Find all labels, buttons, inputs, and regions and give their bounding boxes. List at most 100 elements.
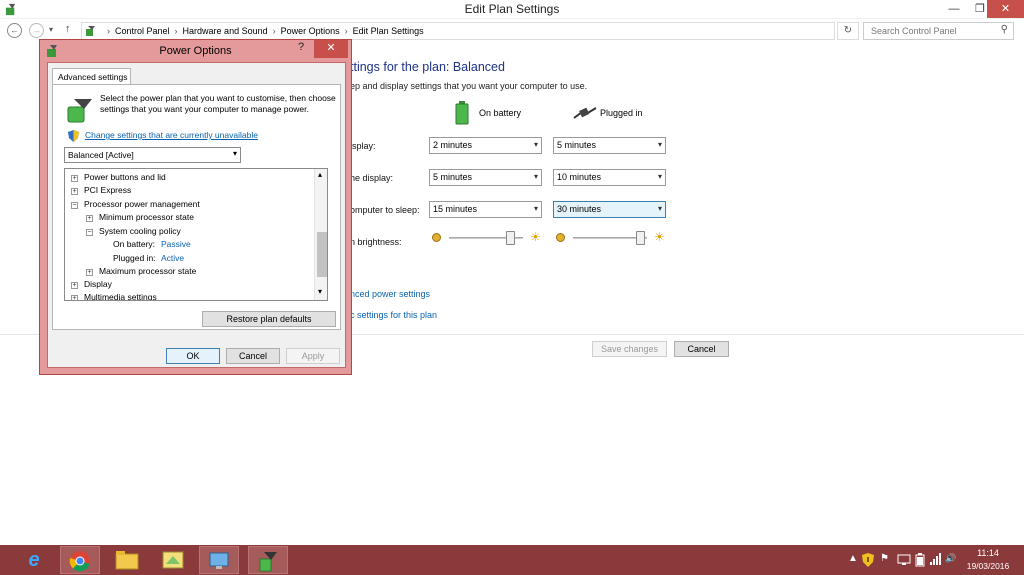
chevron-down-icon: ▾ <box>657 204 662 213</box>
select-value: 2 minutes <box>433 140 473 150</box>
turn-off-display-battery-select[interactable]: 5 minutes ▾ <box>429 169 542 186</box>
tree-item[interactable]: System cooling policy <box>99 226 181 236</box>
ok-button[interactable]: OK <box>166 348 220 364</box>
restore-plan-defaults-button[interactable]: Restore plan defaults <box>202 311 336 327</box>
warning-shield-icon[interactable] <box>862 553 874 567</box>
expand-icon[interactable]: + <box>71 188 78 195</box>
tree-item[interactable]: Maximum processor state <box>99 266 196 276</box>
bright-sun-icon: ☀ <box>530 230 541 244</box>
show-hidden-icons-chevron-icon[interactable]: ▲ <box>848 553 858 564</box>
chevron-down-icon: ▾ <box>533 140 538 149</box>
paint-icon[interactable] <box>153 546 193 574</box>
tree-scrollbar[interactable]: ▴ ▾ <box>314 169 327 300</box>
back-button[interactable]: ← <box>7 23 22 38</box>
address-bar[interactable]: › Control Panel › Hardware and Sound › Power … <box>81 22 912 40</box>
restore-defaults-link[interactable]: c settings for this plan <box>350 310 437 320</box>
search-icon[interactable]: ⚲ <box>1001 24 1008 35</box>
dialog-cancel-button[interactable]: Cancel <box>226 348 280 364</box>
monitor-icon <box>209 552 229 569</box>
navigation-bar: ← → ▾ ↑ › Control Panel › Hardware and Soun… <box>0 21 1024 41</box>
collapse-icon[interactable]: − <box>86 229 93 236</box>
tab-advanced-settings[interactable]: Advanced settings <box>52 68 131 85</box>
expand-icon[interactable]: + <box>86 215 93 222</box>
tree-item-on-battery[interactable]: On battery: <box>113 239 155 249</box>
row-label-display: isplay: <box>350 141 376 151</box>
breadcrumb-separator: › <box>174 26 178 36</box>
page-title: ttings for the plan: Balanced <box>350 60 505 74</box>
collapse-icon[interactable]: − <box>71 202 78 209</box>
brightness-plugged-slider-thumb[interactable] <box>636 231 646 245</box>
minimize-button[interactable]: — <box>940 0 968 18</box>
display-off-battery-select[interactable]: 2 minutes ▾ <box>429 137 542 154</box>
advanced-power-settings-link[interactable]: nced power settings <box>350 289 430 299</box>
breadcrumb-edit-plan-settings[interactable]: Edit Plan Settings <box>353 26 424 36</box>
refresh-button[interactable]: ↻ <box>837 22 859 40</box>
dialog-close-button[interactable]: ✕ <box>314 40 348 58</box>
forward-button[interactable]: → <box>29 23 44 38</box>
chevron-down-icon: ▾ <box>533 204 538 213</box>
expand-icon[interactable]: + <box>86 269 93 276</box>
network-icon[interactable] <box>897 554 911 566</box>
select-value: 15 minutes <box>433 204 478 214</box>
expand-icon[interactable]: + <box>71 282 78 289</box>
display-off-plugged-select[interactable]: 5 minutes ▾ <box>553 137 666 154</box>
bright-sun-icon: ☀ <box>654 230 665 244</box>
power-plan-icon <box>67 99 92 123</box>
scroll-down-icon[interactable]: ▾ <box>318 287 322 296</box>
internet-explorer-icon[interactable]: e <box>14 546 54 574</box>
help-button[interactable]: ? <box>298 41 304 53</box>
row-label-sleep: omputer to sleep: <box>350 205 420 215</box>
tree-item[interactable]: PCI Express <box>84 185 131 195</box>
control-panel-taskbar-icon[interactable] <box>199 546 239 574</box>
clock-time[interactable]: 11:14 <box>968 548 1008 558</box>
breadcrumb-separator: › <box>344 26 348 36</box>
select-value: 10 minutes <box>557 172 602 182</box>
chevron-down-icon: ▾ <box>657 140 662 149</box>
brightness-battery-slider-thumb[interactable] <box>506 231 516 245</box>
search-input[interactable]: Search Control Panel ⚲ <box>863 22 1014 40</box>
battery-tray-icon[interactable] <box>915 553 925 567</box>
cancel-button[interactable]: Cancel <box>674 341 729 357</box>
speaker-icon[interactable]: 🔊 <box>945 553 956 564</box>
breadcrumb-control-panel[interactable]: Control Panel <box>115 26 170 36</box>
settings-tree[interactable]: + Power buttons and lid + PCI Express − … <box>64 168 328 301</box>
plug-icon <box>573 107 597 119</box>
tree-item-plugged-in[interactable]: Plugged in: <box>113 253 156 263</box>
scroll-up-icon[interactable]: ▴ <box>318 170 322 179</box>
up-level-button[interactable]: ↑ <box>65 23 71 35</box>
select-value: 5 minutes <box>557 140 597 150</box>
window-titlebar: Edit Plan Settings — ❐ ✕ <box>0 0 1024 19</box>
taskbar: e ▲ ⚑ 🔊 11:14 19/03/2016 <box>0 545 1024 575</box>
scrollbar-thumb[interactable] <box>317 232 327 277</box>
paint-app-icon <box>162 551 184 569</box>
signal-icon[interactable] <box>929 553 943 565</box>
close-window-button[interactable]: ✕ <box>987 0 1024 18</box>
tree-item[interactable]: Multimedia settings <box>84 292 157 300</box>
power-plan-select[interactable]: Balanced [Active] ▾ <box>64 147 241 163</box>
expand-icon[interactable]: + <box>71 175 78 182</box>
tree-item[interactable]: Processor power management <box>84 199 200 209</box>
turn-off-display-plugged-select[interactable]: 10 minutes ▾ <box>553 169 666 186</box>
save-changes-button[interactable]: Save changes <box>592 341 667 357</box>
tree-item[interactable]: Minimum processor state <box>99 212 194 222</box>
breadcrumb-separator: › <box>272 26 276 36</box>
recent-locations-chevron-icon[interactable]: ▾ <box>49 25 53 34</box>
breadcrumb-hardware-and-sound[interactable]: Hardware and Sound <box>183 26 268 36</box>
power-options-taskbar-icon[interactable] <box>248 546 288 574</box>
action-center-flag-icon[interactable]: ⚑ <box>880 553 889 564</box>
apply-button[interactable]: Apply <box>286 348 340 364</box>
power-options-dialog: Power Options ? ✕ Advanced settings Sele… <box>39 39 352 375</box>
sleep-battery-select[interactable]: 15 minutes ▾ <box>429 201 542 218</box>
sleep-plugged-select[interactable]: 30 minutes ▾ <box>553 201 666 218</box>
clock-date[interactable]: 19/03/2016 <box>958 561 1018 571</box>
select-value: 30 minutes <box>557 204 602 214</box>
tree-item[interactable]: Display <box>84 279 112 289</box>
change-unavailable-settings-link[interactable]: Change settings that are currently unava… <box>85 130 258 140</box>
file-explorer-icon[interactable] <box>107 546 147 574</box>
chrome-icon[interactable] <box>60 546 100 574</box>
tree-value-active[interactable]: Active <box>161 253 184 263</box>
tree-item[interactable]: Power buttons and lid <box>84 172 166 182</box>
expand-icon[interactable]: + <box>71 295 78 300</box>
tree-value-passive[interactable]: Passive <box>161 239 191 249</box>
breadcrumb-power-options[interactable]: Power Options <box>281 26 340 36</box>
